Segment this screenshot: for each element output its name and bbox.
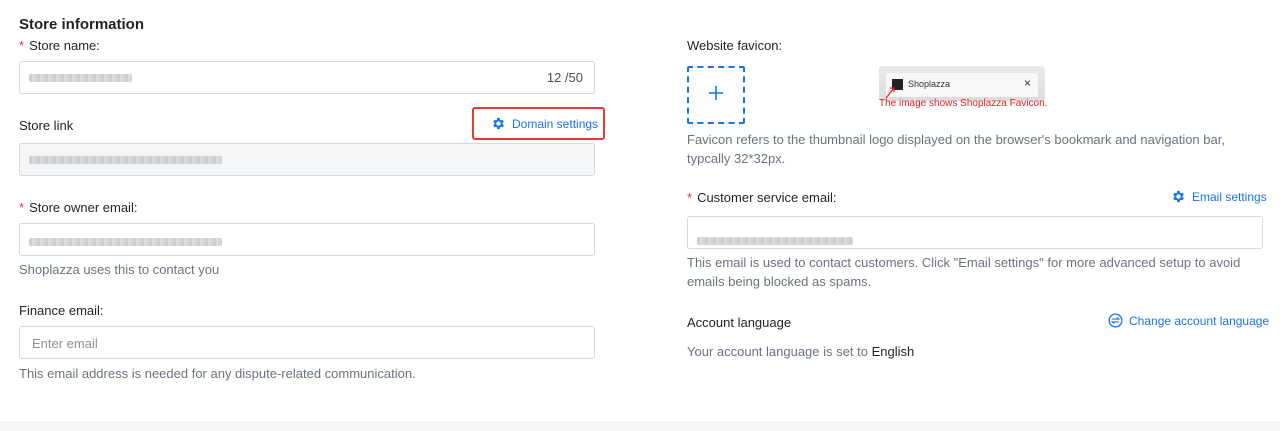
favicon-annotation: The image shows Shoplazza Favicon.	[879, 98, 1048, 109]
required-mark: *	[19, 38, 25, 53]
store-name-input[interactable]: 12 /50	[19, 61, 595, 94]
store-information-card: Store information * Store name: 12 /50 St…	[0, 0, 1280, 421]
browser-tab: Shoplazza ×	[886, 73, 1038, 97]
owner-email-value-redacted	[29, 238, 222, 246]
customer-email-help: This email is used to contact customers.…	[687, 255, 1241, 289]
highlight-box	[472, 107, 605, 140]
favicon-upload-button[interactable]	[687, 66, 745, 124]
section-title: Store information	[19, 16, 145, 33]
finance-email-input[interactable]: Enter email	[19, 326, 595, 359]
account-language-value: English	[871, 344, 915, 359]
required-mark: *	[687, 190, 693, 205]
store-link-label: Store link	[19, 118, 74, 133]
customer-email-value-redacted	[697, 237, 853, 245]
customer-service-email-label: * Customer service email:	[687, 190, 837, 205]
close-icon: ×	[1023, 76, 1031, 90]
customer-service-email-input[interactable]	[687, 216, 1263, 249]
store-link-input	[19, 143, 595, 176]
favicon-preview-image: Shoplazza ×	[879, 66, 1045, 101]
website-favicon-label: Website favicon:	[687, 38, 783, 53]
finance-email-help: This email address is needed for any dis…	[19, 366, 416, 381]
store-owner-email-label: * Store owner email:	[19, 200, 138, 215]
change-account-language-link[interactable]: Change account language	[1108, 313, 1269, 328]
gear-icon	[1171, 189, 1186, 204]
store-name-counter: 12 /50	[546, 70, 583, 85]
tab-title: Shoplazza	[908, 79, 951, 89]
account-language-status: Your account language is set to English	[687, 344, 915, 359]
email-settings-link[interactable]: Email settings	[1171, 189, 1267, 204]
owner-email-help: Shoplazza uses this to contact you	[19, 262, 220, 277]
finance-email-placeholder: Enter email	[32, 336, 98, 351]
store-owner-email-input[interactable]	[19, 223, 595, 256]
account-language-label: Account language	[687, 315, 792, 330]
finance-email-label: Finance email:	[19, 303, 104, 318]
store-name-label: * Store name:	[19, 38, 100, 53]
favicon-help: Favicon refers to the thumbnail logo dis…	[687, 132, 1225, 166]
plus-icon	[708, 85, 724, 106]
required-mark: *	[19, 200, 25, 215]
language-switch-icon	[1108, 313, 1123, 328]
store-name-value-redacted	[29, 74, 132, 82]
store-link-value-redacted	[29, 156, 222, 164]
